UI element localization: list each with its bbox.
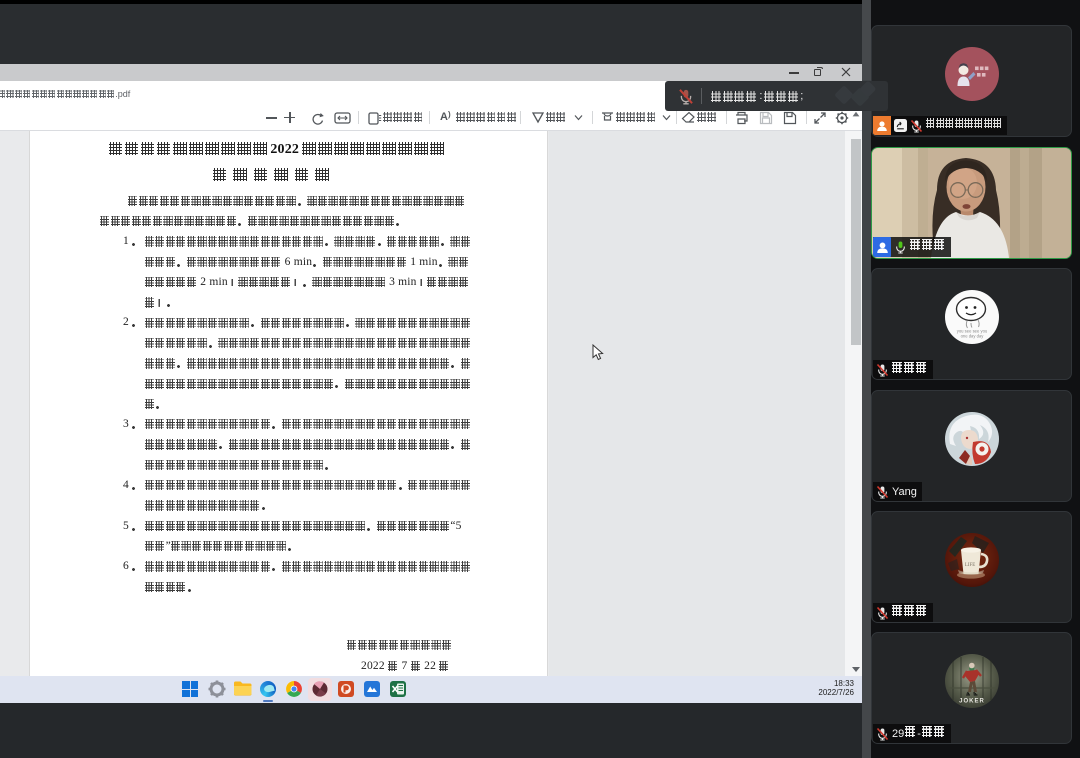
- svg-text:one day day: one day day: [961, 334, 985, 339]
- svg-text:LIFE: LIFE: [965, 563, 976, 568]
- svg-text:JOKER: JOKER: [959, 699, 985, 705]
